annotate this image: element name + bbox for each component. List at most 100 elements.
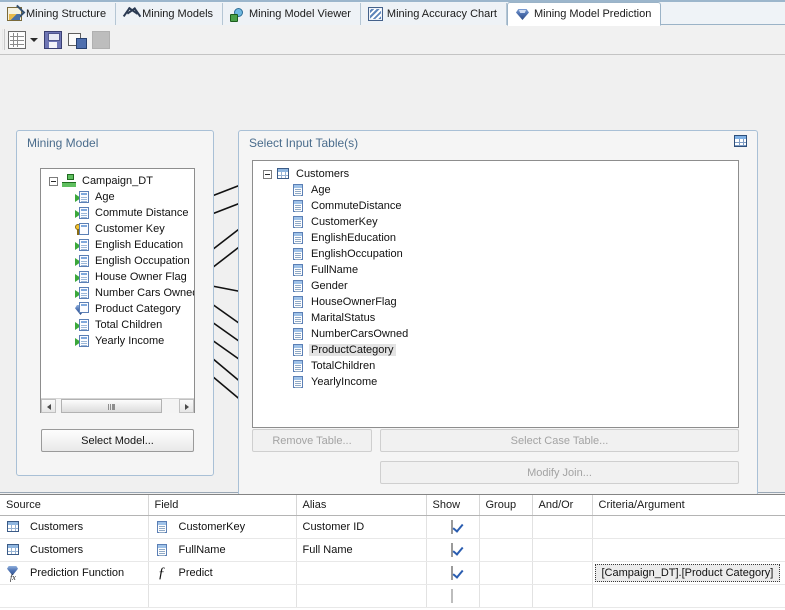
show-checkbox[interactable]	[450, 588, 453, 603]
cell-alias[interactable]: Customer ID	[296, 515, 427, 539]
field-icon	[291, 327, 305, 341]
select-model-button[interactable]: Select Model...	[41, 429, 194, 452]
cell-alias[interactable]	[296, 561, 427, 585]
column-header-show[interactable]: Show	[426, 495, 480, 516]
save-icon[interactable]	[44, 31, 62, 49]
tab-mining-models[interactable]: Mining Models	[116, 3, 224, 25]
cell-and-or[interactable]	[532, 584, 593, 608]
cell-source[interactable]: Customers	[0, 515, 149, 539]
column-header-criteria-argument[interactable]: Criteria/Argument	[592, 495, 785, 516]
tree-node-column[interactable]: Gender	[261, 278, 738, 294]
tree-node-column[interactable]: Commute Distance	[47, 205, 194, 221]
cell-and-or[interactable]	[532, 515, 593, 539]
cell-field[interactable]: CustomerKey	[148, 515, 297, 539]
cell-field[interactable]: FullName	[148, 538, 297, 562]
tree-node-column[interactable]: Yearly Income	[47, 333, 194, 349]
tab-label: Mining Structure	[26, 8, 107, 20]
column-header-alias[interactable]: Alias	[296, 495, 427, 516]
tree-node-column[interactable]: YearlyIncome	[261, 374, 738, 390]
tree-node-column[interactable]: Total Children	[47, 317, 194, 333]
cell-group[interactable]	[479, 538, 533, 562]
tree-node-root[interactable]: Customers	[261, 166, 738, 182]
scroll-left-icon[interactable]	[41, 399, 56, 413]
tree-node-column[interactable]: CustomerKey	[261, 214, 738, 230]
remove-table-button[interactable]: Remove Table...	[252, 429, 372, 452]
cell-field[interactable]	[148, 584, 297, 608]
tree-node-column[interactable]: MaritalStatus	[261, 310, 738, 326]
tab-mining-model-prediction[interactable]: Mining Model Prediction	[506, 2, 662, 26]
tab-mining-accuracy-chart[interactable]: Mining Accuracy Chart	[360, 3, 507, 25]
column-header-and-or[interactable]: And/Or	[532, 495, 593, 516]
collapse-icon[interactable]	[49, 176, 58, 186]
cell-source[interactable]: Customers	[0, 538, 149, 562]
tree-node-column[interactable]: House Owner Flag	[47, 269, 194, 285]
column-header-source[interactable]: Source	[0, 495, 149, 516]
tree-node-column[interactable]: Customer Key	[47, 221, 194, 237]
tree-node-column[interactable]: English Occupation	[47, 253, 194, 269]
table-row[interactable]: fx Prediction Function ƒ Predict [Campaign_D…	[0, 561, 785, 585]
tree-node-column[interactable]: English Education	[47, 237, 194, 253]
cell-group[interactable]	[479, 584, 533, 608]
collapse-icon[interactable]	[263, 169, 272, 179]
cell-group[interactable]	[479, 561, 533, 585]
tree-node-label: EnglishOccupation	[311, 248, 403, 260]
cell-source[interactable]: fx Prediction Function	[0, 561, 149, 585]
tree-node-root[interactable]: Campaign_DT	[47, 173, 194, 189]
scroll-thumb[interactable]	[61, 399, 162, 413]
cell-show[interactable]	[426, 584, 480, 608]
cell-and-or[interactable]	[532, 538, 593, 562]
cell-alias[interactable]	[296, 584, 427, 608]
tab-label: Mining Accuracy Chart	[386, 8, 497, 20]
tree-node-column[interactable]: EnglishEducation	[261, 230, 738, 246]
chevron-down-icon[interactable]	[30, 38, 38, 42]
cell-source[interactable]	[0, 584, 149, 608]
show-checkbox[interactable]	[450, 565, 453, 580]
cell-alias[interactable]: Full Name	[296, 538, 427, 562]
select-case-table-button[interactable]: Select Case Table...	[380, 429, 739, 452]
field-icon	[291, 295, 305, 309]
cell-field[interactable]: ƒ Predict	[148, 561, 297, 585]
show-checkbox[interactable]	[450, 542, 453, 557]
tree-node-column[interactable]: Age	[47, 189, 194, 205]
tab-mining-structure[interactable]: Mining Structure	[0, 3, 117, 25]
cell-show[interactable]	[426, 515, 480, 539]
cell-group[interactable]	[479, 515, 533, 539]
mining-model-tree-hscrollbar[interactable]	[41, 398, 194, 413]
tree-node-label: EnglishEducation	[311, 232, 397, 244]
cell-criteria-argument[interactable]	[592, 515, 785, 539]
tree-node-column[interactable]: Product Category	[47, 301, 194, 317]
mining-model-tree[interactable]: Campaign_DT Age Commute Distance Customer …	[40, 168, 195, 413]
tree-node-label: Campaign_DT	[82, 175, 153, 187]
tab-mining-model-viewer[interactable]: Mining Model Viewer	[223, 3, 361, 25]
scroll-right-icon[interactable]	[179, 399, 194, 413]
tree-node-column[interactable]: NumberCarsOwned	[261, 326, 738, 342]
field-icon	[291, 231, 305, 245]
table-row[interactable]: Customers FullName Full Name	[0, 538, 785, 562]
cell-show[interactable]	[426, 538, 480, 562]
column-header-field[interactable]: Field	[148, 495, 297, 516]
tree-node-column[interactable]: HouseOwnerFlag	[261, 294, 738, 310]
cell-show[interactable]	[426, 561, 480, 585]
input-tables-tree[interactable]: Customers Age CommuteDistance CustomerKey E…	[252, 160, 739, 428]
cell-criteria-argument[interactable]	[592, 584, 785, 608]
toolbar-grip[interactable]	[2, 29, 5, 50]
table-row[interactable]: Customers CustomerKey Customer ID	[0, 515, 785, 539]
tree-node-column[interactable]: EnglishOccupation	[261, 246, 738, 262]
tree-node-column[interactable]: Age	[261, 182, 738, 198]
tree-node-column[interactable]: TotalChildren	[261, 358, 738, 374]
table-row[interactable]	[0, 584, 785, 608]
cell-and-or[interactable]	[532, 561, 593, 585]
tree-node-label: CommuteDistance	[311, 200, 402, 212]
scroll-track[interactable]	[56, 399, 179, 413]
show-checkbox[interactable]	[450, 519, 453, 534]
cell-criteria-argument[interactable]	[592, 538, 785, 562]
tree-node-column[interactable]: FullName	[261, 262, 738, 278]
tree-node-column[interactable]: CommuteDistance	[261, 198, 738, 214]
export-icon[interactable]	[68, 31, 87, 49]
cell-criteria-argument[interactable]: [Campaign_DT].[Product Category]	[592, 561, 785, 585]
tree-node-column[interactable]: Number Cars Owned	[47, 285, 194, 301]
tree-node-column[interactable]: ProductCategory	[261, 342, 738, 358]
design-view-icon[interactable]	[8, 31, 26, 49]
modify-join-button[interactable]: Modify Join...	[380, 461, 739, 484]
column-header-group[interactable]: Group	[479, 495, 533, 516]
